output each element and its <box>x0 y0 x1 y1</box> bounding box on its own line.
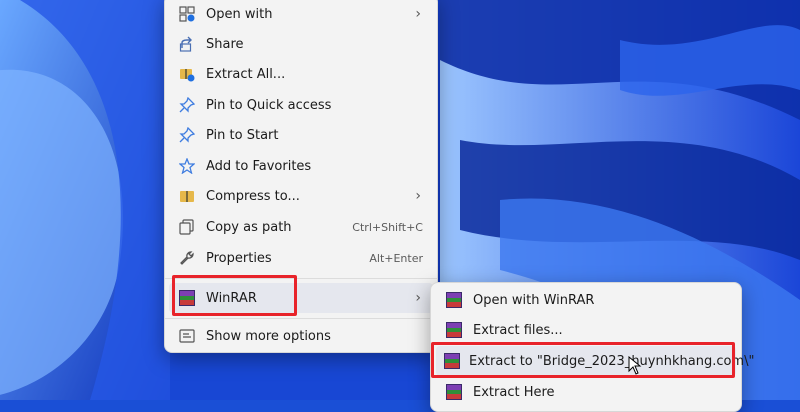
menu-item-label: Pin to Quick access <box>206 97 332 113</box>
menu-separator <box>165 278 437 279</box>
menu-item-compress-to[interactable]: Compress to... › <box>169 181 433 211</box>
submenu-item-extract-to-folder[interactable]: Extract to "Bridge_2023_huynhkhang.com\" <box>436 346 754 376</box>
menu-item-label: Properties <box>206 250 272 266</box>
submenu-item-label: Extract Here <box>473 384 555 400</box>
menu-separator <box>165 318 437 319</box>
pin-icon <box>177 95 197 115</box>
winrar-submenu: Open with WinRAR Extract files... Extrac… <box>430 282 754 412</box>
star-icon <box>177 156 197 176</box>
winrar-icon <box>444 290 464 310</box>
chevron-right-icon: › <box>415 6 421 22</box>
winrar-icon <box>444 351 460 371</box>
menu-item-copy-as-path[interactable]: Copy as path Ctrl+Shift+C <box>169 212 433 242</box>
menu-item-label: Extract All... <box>206 66 286 82</box>
menu-item-show-more-options[interactable]: Show more options <box>169 321 433 351</box>
submenu-item-label: Extract files... <box>473 322 563 338</box>
shortcut-text: Ctrl+Shift+C <box>352 220 423 234</box>
submenu-item-extract-here[interactable]: Extract Here <box>436 377 736 407</box>
menu-item-label: Copy as path <box>206 219 292 235</box>
open-with-icon <box>177 4 197 24</box>
context-menu: Open with › Share Extract All... Pin to … <box>164 0 438 353</box>
submenu-item-open-with-winrar[interactable]: Open with WinRAR <box>436 285 736 315</box>
menu-item-winrar[interactable]: WinRAR › <box>169 283 433 313</box>
mouse-cursor-icon <box>628 356 642 375</box>
copy-path-icon <box>177 217 197 237</box>
more-options-icon <box>177 326 197 346</box>
shortcut-text: Alt+Enter <box>369 251 423 265</box>
menu-item-properties[interactable]: Properties Alt+Enter <box>169 243 433 273</box>
chevron-right-icon: › <box>415 188 421 204</box>
menu-item-label: Share <box>206 36 244 52</box>
menu-item-label: Pin to Start <box>206 127 279 143</box>
menu-item-label: Show more options <box>206 328 331 344</box>
menu-item-add-favorites[interactable]: Add to Favorites <box>169 151 433 181</box>
pin-icon <box>177 125 197 145</box>
submenu-item-label: Open with WinRAR <box>473 292 595 308</box>
winrar-icon <box>177 288 197 308</box>
menu-item-label: Add to Favorites <box>206 158 312 174</box>
winrar-icon <box>444 382 464 402</box>
menu-item-pin-start[interactable]: Pin to Start <box>169 120 433 150</box>
submenu-item-label: Extract to "Bridge_2023_huynhkhang.com\" <box>469 353 755 369</box>
menu-item-extract-all[interactable]: Extract All... <box>169 59 433 89</box>
menu-item-pin-quick-access[interactable]: Pin to Quick access <box>169 90 433 120</box>
submenu-item-extract-files[interactable]: Extract files... <box>436 315 736 345</box>
menu-item-share[interactable]: Share <box>169 29 433 59</box>
menu-item-label: Open with <box>206 6 273 22</box>
extract-all-icon <box>177 64 197 84</box>
share-icon <box>177 34 197 54</box>
winrar-icon <box>444 320 464 340</box>
menu-item-open-with[interactable]: Open with › <box>169 0 433 29</box>
wrench-icon <box>177 248 197 268</box>
menu-item-label: WinRAR <box>206 290 257 306</box>
chevron-right-icon: › <box>415 290 421 306</box>
menu-item-label: Compress to... <box>206 188 300 204</box>
compress-icon <box>177 186 197 206</box>
